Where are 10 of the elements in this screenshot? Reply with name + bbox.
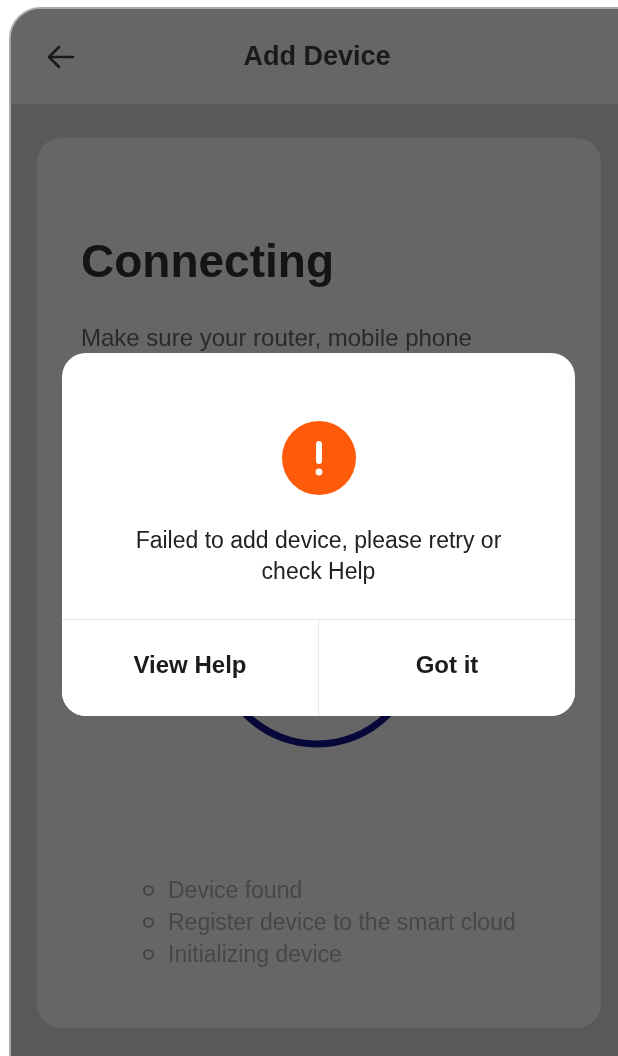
- description-text: Make sure your router, mobile phone: [81, 324, 472, 352]
- bullet-icon: [143, 948, 154, 960]
- error-message: Failed to add device, please retry or check Help: [134, 526, 503, 586]
- bullet-icon: [143, 916, 154, 928]
- dialog-button[interactable]: Got it: [318, 620, 575, 716]
- screen-title: Add Device: [242, 41, 392, 72]
- warning-icon: [281, 421, 356, 495]
- back-arrow-icon[interactable]: [47, 44, 75, 69]
- connecting-heading: Connecting: [81, 234, 334, 288]
- bullet-icon: [143, 884, 154, 896]
